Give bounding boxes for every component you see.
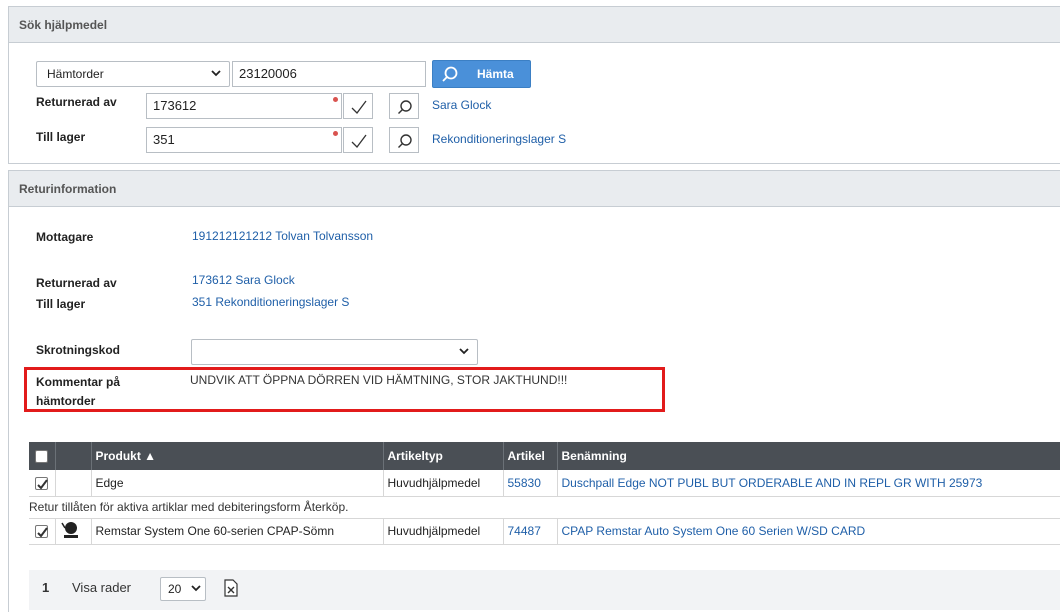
products-table: Produkt ▲ Artikeltyp Artikel Benämning E… <box>29 442 1060 545</box>
returned-by-name-link[interactable]: Sara Glock <box>432 98 491 112</box>
returned-by-input-value: 173612 <box>153 98 197 113</box>
row-checkbox[interactable] <box>35 525 48 539</box>
comment-text: UNDVIK ATT ÖPPNA DÖRREN VID HÄMTNING, ST… <box>190 373 568 387</box>
order-number-input[interactable]: 23120006 <box>232 61 426 87</box>
to-stock-name-link[interactable]: Rekonditioneringslager S <box>432 132 566 146</box>
page: Sök hjälpmedel Hämtorder 23120006 Hämta … <box>0 0 1060 612</box>
checkmark-icon <box>351 134 367 148</box>
row-type: Huvudhjälpmedel <box>383 470 504 497</box>
order-number-value: 23120006 <box>239 66 297 81</box>
return-returned-by-label: Returnerad av <box>36 276 117 290</box>
returned-by-search-button[interactable] <box>389 93 419 119</box>
row-select-cell[interactable] <box>29 518 56 545</box>
search-icon <box>442 66 458 82</box>
pager-page-number[interactable]: 1 <box>42 580 49 595</box>
row-type: Huvudhjälpmedel <box>383 518 504 545</box>
icon-column-header <box>55 442 92 470</box>
checkmark-icon <box>351 100 367 114</box>
row-name-link[interactable]: Duschpall Edge NOT PUBL BUT ORDERABLE AN… <box>557 470 1060 497</box>
chevron-down-icon <box>459 340 469 364</box>
recipient-link[interactable]: 191212121212 Tolvan Tolvansson <box>192 229 373 243</box>
returned-by-input[interactable]: 173612 <box>146 93 342 119</box>
table-row: Edge Huvudhjälpmedel 55830 Duschpall Edg… <box>29 470 1060 497</box>
rows-per-page-select[interactable]: 20 <box>160 577 206 601</box>
pager-rows-label: Visa rader <box>72 580 132 595</box>
search-panel-title: Sök hjälpmedel <box>9 7 1060 43</box>
comment-label-line2: hämtorder <box>36 394 96 408</box>
select-all-header[interactable] <box>29 442 56 470</box>
table-header-row: Produkt ▲ Artikeltyp Artikel Benämning <box>29 442 1060 470</box>
mode-select-value: Hämtorder <box>47 67 104 81</box>
mode-select[interactable]: Hämtorder <box>36 61 230 87</box>
recipient-label: Mottagare <box>36 230 94 244</box>
search-icon <box>398 134 412 148</box>
to-stock-input[interactable]: 351 <box>146 127 342 153</box>
rows-per-page-value: 20 <box>168 582 182 596</box>
row-article-link[interactable]: 74487 <box>503 518 558 545</box>
col-header-name[interactable]: Benämning <box>557 442 1060 470</box>
row-select-cell[interactable] <box>29 470 56 497</box>
returned-by-confirm-button[interactable] <box>343 93 373 119</box>
fetch-button-label: Hämta <box>477 67 514 81</box>
to-stock-input-value: 351 <box>153 132 175 147</box>
cpap-device-icon <box>60 521 78 538</box>
row-article-link[interactable]: 55830 <box>503 470 558 497</box>
row-product: Remstar System One 60-serien CPAP-Sömn <box>91 518 384 545</box>
row-name-link[interactable]: CPAP Remstar Auto System One 60 Serien W… <box>557 518 1060 545</box>
excel-export-icon[interactable] <box>224 579 238 600</box>
required-indicator <box>333 131 338 136</box>
row-checkbox[interactable] <box>35 476 48 490</box>
fetch-button[interactable]: Hämta <box>432 60 531 88</box>
return-to-stock-link[interactable]: 351 Rekonditioneringslager S <box>192 295 349 309</box>
col-header-type[interactable]: Artikeltyp <box>383 442 504 470</box>
to-stock-search-button[interactable] <box>389 127 419 153</box>
row-product: Edge <box>91 470 384 497</box>
search-icon <box>398 100 412 114</box>
return-allowed-note: Retur tillåten för aktiva artiklar med d… <box>29 496 1060 519</box>
return-to-stock-label: Till lager <box>36 297 86 311</box>
select-all-checkbox[interactable] <box>35 450 48 464</box>
scrap-code-label: Skrotningskod <box>36 343 121 357</box>
returned-by-label: Returnerad av <box>36 95 117 109</box>
return-info-title: Returinformation <box>9 171 1060 207</box>
row-icon-cell <box>55 518 92 545</box>
to-stock-confirm-button[interactable] <box>343 127 373 153</box>
row-icon-cell <box>55 470 92 497</box>
table-row: Remstar System One 60-serien CPAP-Sömn H… <box>29 518 1060 545</box>
chevron-down-icon <box>211 62 221 86</box>
return-returned-by-link[interactable]: 173612 Sara Glock <box>192 273 295 287</box>
scrap-code-select[interactable] <box>191 339 478 365</box>
comment-label-line1: Kommentar på <box>36 375 121 389</box>
col-header-article[interactable]: Artikel <box>503 442 558 470</box>
required-indicator <box>333 97 338 102</box>
to-stock-label: Till lager <box>36 130 86 144</box>
col-header-product[interactable]: Produkt ▲ <box>91 442 384 470</box>
chevron-down-icon <box>191 578 201 602</box>
table-info-row: Retur tillåten för aktiva artiklar med d… <box>29 496 1060 519</box>
